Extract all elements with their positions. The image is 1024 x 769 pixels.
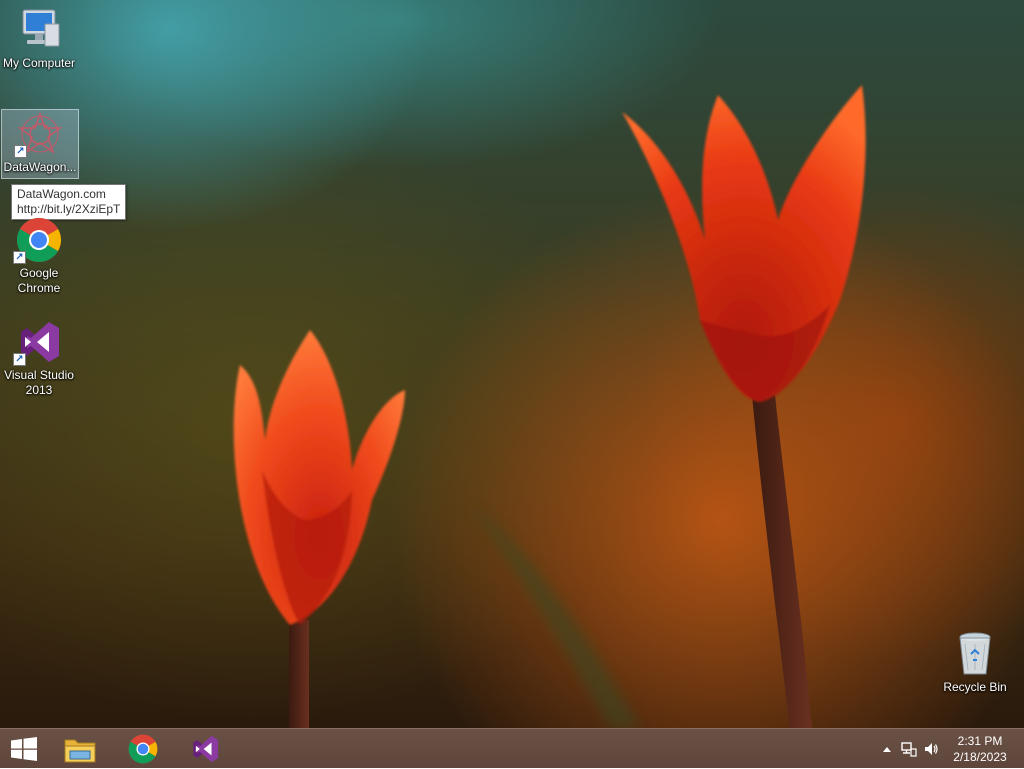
shortcut-arrow-icon: ↗: [13, 353, 26, 366]
shortcut-arrow-icon: ↗: [13, 251, 26, 264]
taskbar-file-explorer[interactable]: [52, 729, 108, 769]
windows-logo-icon: [11, 737, 37, 761]
volume-icon[interactable]: [920, 729, 942, 769]
desktop[interactable]: My Computer ↗ DataWagon... DataWagon.com…: [0, 0, 1024, 728]
file-explorer-icon: [64, 739, 96, 763]
chrome-icon: ↗: [13, 216, 65, 264]
taskbar-visual-studio[interactable]: [177, 729, 233, 769]
network-icon[interactable]: [898, 729, 920, 769]
clock[interactable]: 2:31 PM 2/18/2023: [942, 733, 1018, 765]
tooltip-title: DataWagon.com: [17, 187, 106, 201]
desktop-icon-datawagon[interactable]: ↗ DataWagon...: [1, 109, 79, 179]
desktop-icon-label: My Computer: [2, 56, 76, 70]
desktop-icon-label: DataWagon...: [3, 160, 77, 174]
desktop-icon-recycle-bin[interactable]: Recycle Bin: [937, 630, 1013, 695]
visual-studio-icon: ↗: [13, 318, 65, 366]
start-button[interactable]: [0, 729, 48, 769]
desktop-icon-google-chrome[interactable]: ↗ Google Chrome: [1, 216, 77, 296]
visual-studio-icon: [193, 735, 219, 763]
clock-date: 2/18/2023: [953, 750, 1007, 764]
desktop-icon-label: Google Chrome: [17, 266, 61, 295]
chrome-icon: [128, 734, 158, 764]
tooltip-url: http://bit.ly/2XziEpT: [17, 202, 121, 216]
computer-icon: [13, 6, 65, 54]
recycle-bin-icon: [949, 630, 1001, 678]
desktop-icon-label: Recycle Bin: [943, 680, 1007, 694]
wallpaper-tulips: [233, 85, 866, 728]
datawagon-icon: ↗: [14, 110, 66, 158]
desktop-icon-my-computer[interactable]: My Computer: [1, 6, 77, 71]
system-tray: 2:31 PM 2/18/2023: [876, 729, 1024, 769]
clock-time: 2:31 PM: [957, 734, 1003, 748]
desktop-icon-label: Visual Studio 2013: [4, 368, 74, 397]
show-hidden-icons-arrow[interactable]: [876, 729, 898, 769]
desktop-icon-visual-studio[interactable]: ↗ Visual Studio 2013: [1, 318, 77, 398]
shortcut-arrow-icon: ↗: [14, 145, 27, 158]
taskbar-chrome[interactable]: [115, 729, 171, 769]
tooltip: DataWagon.com http://bit.ly/2XziEpT: [11, 184, 127, 220]
taskbar: 2:31 PM 2/18/2023: [0, 728, 1024, 768]
